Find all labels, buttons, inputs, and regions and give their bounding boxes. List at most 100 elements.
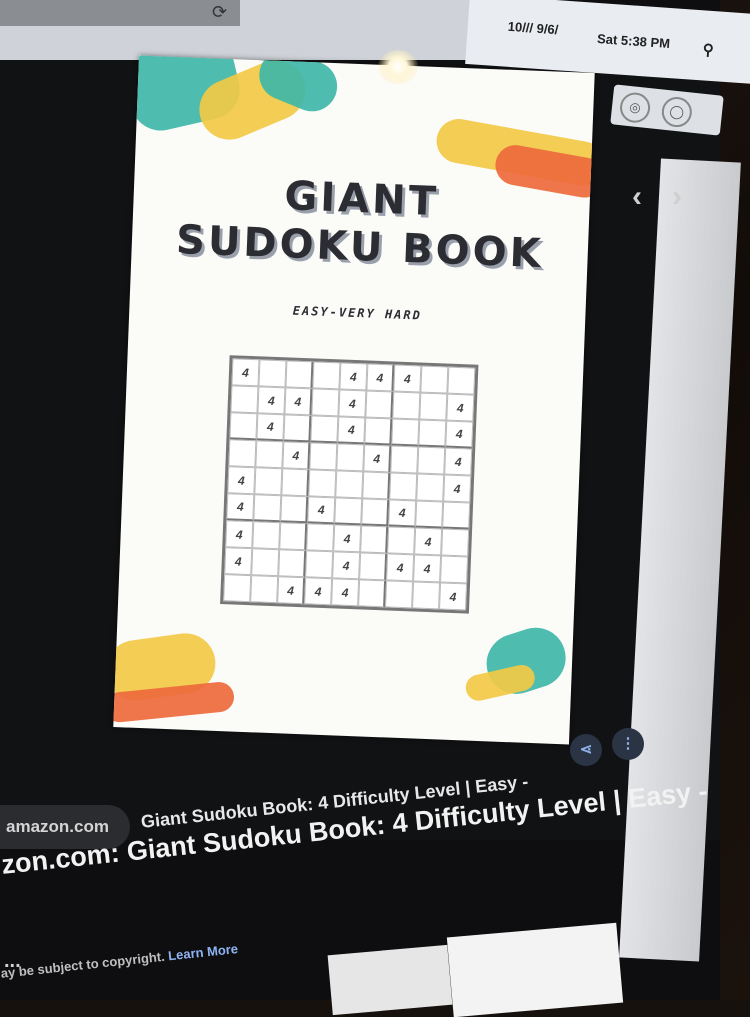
sudoku-cell xyxy=(223,574,252,603)
sudoku-cell: 4 xyxy=(338,389,367,418)
browser-tab[interactable] xyxy=(0,0,240,26)
sudoku-cell: 4 xyxy=(307,496,336,525)
sudoku-cell xyxy=(440,555,469,584)
cover-side-note xyxy=(472,505,552,508)
sudoku-cell: 4 xyxy=(363,444,392,473)
sudoku-cell xyxy=(309,442,338,471)
sudoku-cell: 4 xyxy=(386,553,415,582)
sudoku-cell xyxy=(389,472,418,501)
sudoku-cell xyxy=(285,360,314,389)
sudoku-cell xyxy=(441,528,470,557)
learn-more-link[interactable]: Learn More xyxy=(167,941,238,963)
sudoku-cell: 4 xyxy=(339,362,368,391)
sudoku-grid: 444444444444444444444444444444 xyxy=(220,355,479,614)
browser-window: ⟳ ◎ ◯ ‹ › GIANT SUDOKU BOOK EASY-VERY HAR… xyxy=(0,0,741,1017)
sudoku-cell xyxy=(279,522,308,551)
close-icon[interactable]: ◯ xyxy=(660,95,694,129)
sudoku-cell: 4 xyxy=(225,520,254,549)
sudoku-cell xyxy=(305,550,334,579)
share-icon[interactable]: ⋖ xyxy=(570,734,602,766)
sudoku-cell xyxy=(251,548,280,577)
sudoku-cell xyxy=(418,419,447,448)
sudoku-cell xyxy=(412,581,441,610)
related-thumbnail[interactable] xyxy=(446,922,624,1017)
sudoku-cell xyxy=(252,521,281,550)
sudoku-cell xyxy=(392,391,421,420)
sudoku-cell xyxy=(416,473,445,502)
sudoku-cell xyxy=(258,359,287,388)
more-vertical-icon[interactable]: ⋮ xyxy=(612,728,644,760)
sudoku-cell xyxy=(312,361,341,390)
sudoku-cell: 4 xyxy=(231,358,260,387)
sudoku-cell xyxy=(334,497,363,526)
sudoku-cell xyxy=(419,392,448,421)
sudoku-cell xyxy=(359,552,388,581)
sudoku-cell: 4 xyxy=(443,474,472,503)
menubar-clock: Sat 5:38 PM xyxy=(596,31,671,52)
sudoku-cell xyxy=(306,523,335,552)
copyright-notice: ay be subject to copyright. Learn More xyxy=(0,941,239,981)
sudoku-cell xyxy=(254,467,283,496)
sudoku-cell xyxy=(361,498,390,527)
sudoku-cell xyxy=(278,549,307,578)
sudoku-cell: 4 xyxy=(226,493,255,522)
sudoku-cell xyxy=(358,579,387,608)
sudoku-cell xyxy=(253,494,282,523)
sudoku-cell xyxy=(415,500,444,529)
paint-splash-yellow xyxy=(463,662,538,704)
sudoku-cell: 4 xyxy=(366,363,395,392)
sudoku-cell xyxy=(336,443,365,472)
sudoku-cell xyxy=(420,365,449,394)
sudoku-cell: 4 xyxy=(414,527,443,556)
sudoku-cell xyxy=(280,495,309,524)
menubar-status: 10/// 9/6/ xyxy=(507,18,559,38)
sudoku-cell: 4 xyxy=(444,447,473,476)
sudoku-cell xyxy=(387,526,416,555)
sudoku-cell: 4 xyxy=(257,386,286,415)
sudoku-cell: 4 xyxy=(439,582,468,611)
copyright-text: ay be subject to copyright. xyxy=(0,948,166,981)
refresh-icon[interactable]: ⟳ xyxy=(212,2,227,23)
cover-subtitle-line2: EASY-VERY HARD xyxy=(292,303,423,323)
sudoku-cell xyxy=(255,440,284,469)
sudoku-cell: 4 xyxy=(388,499,417,528)
sudoku-cell xyxy=(391,418,420,447)
sudoku-cell xyxy=(335,470,364,499)
sudoku-cell: 4 xyxy=(227,466,256,495)
related-thumbnail[interactable] xyxy=(327,944,453,1016)
sudoku-cell xyxy=(310,415,339,444)
browser-toolbar: ⟳ xyxy=(0,0,480,60)
sudoku-cell: 4 xyxy=(224,547,253,576)
sudoku-cell: 4 xyxy=(277,576,306,605)
sudoku-cell xyxy=(385,580,414,609)
sudoku-cell xyxy=(442,501,471,530)
search-icon[interactable]: ⚲ xyxy=(702,40,714,59)
sudoku-cell xyxy=(390,445,419,474)
nav-prev-icon[interactable]: ‹ xyxy=(632,180,642,214)
sudoku-cell xyxy=(281,468,310,497)
sudoku-cell: 4 xyxy=(331,578,360,607)
lamp-glare xyxy=(378,50,418,84)
sudoku-cell xyxy=(308,469,337,498)
sudoku-cell xyxy=(447,366,476,395)
sudoku-cell: 4 xyxy=(446,393,475,422)
sudoku-cell xyxy=(250,575,279,604)
sudoku-cell xyxy=(364,417,393,446)
cover-subtitle-line1 xyxy=(131,277,587,295)
nav-next-icon[interactable]: › xyxy=(672,180,682,214)
sudoku-cell xyxy=(362,471,391,500)
sudoku-cell: 4 xyxy=(256,413,285,442)
sudoku-cell: 4 xyxy=(284,387,313,416)
sudoku-cell: 4 xyxy=(282,441,311,470)
sudoku-cell: 4 xyxy=(393,364,422,393)
visual-search-icon[interactable]: ◎ xyxy=(618,91,652,125)
sudoku-cell: 4 xyxy=(445,420,474,449)
sudoku-cell xyxy=(230,385,259,414)
sudoku-cell: 4 xyxy=(333,524,362,553)
sudoku-cell xyxy=(360,525,389,554)
sudoku-cell xyxy=(365,390,394,419)
sudoku-cell xyxy=(229,412,258,441)
sudoku-cell xyxy=(311,388,340,417)
sudoku-cell xyxy=(417,446,446,475)
sudoku-cell xyxy=(228,439,257,468)
